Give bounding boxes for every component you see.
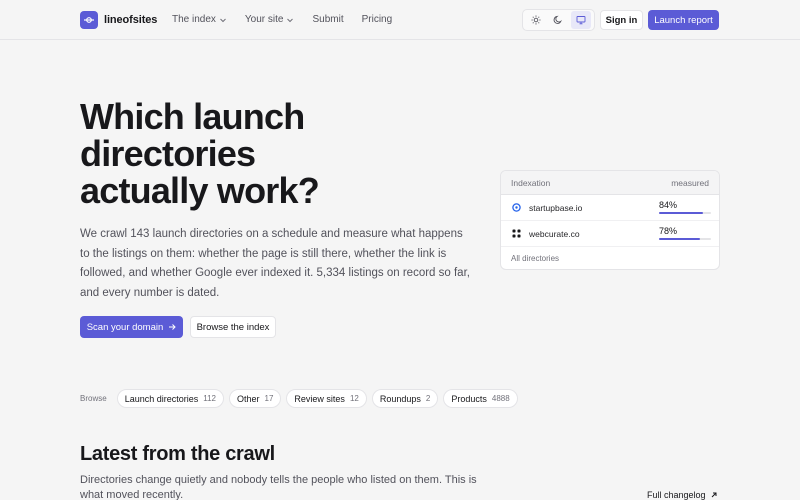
chip-count: 17 bbox=[264, 394, 274, 403]
nav-item-label: Submit bbox=[312, 14, 344, 25]
indexation-title: Indexation bbox=[511, 177, 551, 188]
indexation-card-header: Indexation measured bbox=[501, 171, 719, 195]
chip-review-sites[interactable]: Review sites 12 bbox=[286, 389, 367, 408]
chip-label: Other bbox=[237, 393, 260, 404]
theme-system-button[interactable] bbox=[570, 11, 591, 29]
arrow-up-right-icon bbox=[711, 492, 717, 498]
scan-domain-label: Scan your domain bbox=[86, 321, 164, 333]
nav-item-submit[interactable]: Submit bbox=[312, 14, 343, 25]
chip-label: Products bbox=[451, 393, 487, 404]
theme-light-button[interactable] bbox=[526, 11, 546, 29]
nav-item-label: Your site bbox=[244, 14, 284, 25]
indexation-percent: 78% bbox=[659, 226, 678, 236]
browse-index-button[interactable]: Browse the index bbox=[190, 316, 276, 338]
browse-categories: Browse Launch directories 112 Other 17 R… bbox=[80, 389, 518, 408]
nav-item-label: Pricing bbox=[361, 14, 393, 25]
indexation-bar-track bbox=[659, 238, 711, 240]
scan-domain-button[interactable]: Scan your domain bbox=[80, 316, 183, 338]
brand-name: lineofsites bbox=[104, 14, 158, 26]
hero-description: We crawl 143 launch directories on a sch… bbox=[80, 228, 470, 299]
hero-title-line: directories bbox=[80, 133, 256, 174]
browse-label: Browse bbox=[80, 394, 107, 403]
brand-logo[interactable]: lineofsites bbox=[80, 11, 157, 29]
directory-name: webcurate.co bbox=[529, 228, 580, 239]
latest-section-description: Directories change quietly and nobody te… bbox=[80, 474, 477, 500]
sign-in-button[interactable]: Sign in bbox=[600, 10, 643, 30]
circle-logo-icon bbox=[511, 203, 521, 213]
directory-name: startupbase.io bbox=[529, 202, 583, 213]
indexation-metric: 78% bbox=[659, 226, 711, 240]
theme-dark-button[interactable] bbox=[548, 11, 568, 29]
chip-count: 2 bbox=[425, 394, 431, 403]
indexation-bar-fill bbox=[659, 212, 703, 214]
chip-label: Roundups bbox=[379, 393, 421, 404]
monitor-icon bbox=[576, 16, 586, 25]
latest-section-title: Latest from the crawl bbox=[80, 443, 275, 465]
chip-count: 112 bbox=[203, 394, 216, 403]
nav-item-your-site[interactable]: Your site bbox=[245, 14, 295, 25]
chevron-down-icon bbox=[220, 18, 226, 22]
nav-item-pricing[interactable]: Pricing bbox=[362, 14, 393, 25]
nav-item-the-index[interactable]: The index bbox=[172, 14, 227, 25]
moon-icon bbox=[554, 15, 563, 24]
indexation-metric: 84% bbox=[659, 200, 711, 214]
hero-title-line: Which launch bbox=[80, 96, 305, 137]
chip-count: 4888 bbox=[491, 394, 510, 403]
hero-title-line: actually work? bbox=[80, 170, 320, 211]
chip-count: 12 bbox=[349, 394, 359, 403]
chip-launch-directories[interactable]: Launch directories 112 bbox=[116, 389, 224, 408]
grid-logo-icon bbox=[511, 229, 521, 239]
indexation-row[interactable]: webcurate.co 78% bbox=[501, 221, 719, 247]
indexation-bar-fill bbox=[659, 238, 700, 240]
indexation-percent: 84% bbox=[659, 200, 678, 210]
chip-other[interactable]: Other 17 bbox=[229, 389, 282, 408]
main-nav: The index Your site Submit Pricing bbox=[172, 14, 410, 25]
chip-label: Launch directories bbox=[124, 393, 199, 404]
indexation-bar-track bbox=[659, 212, 711, 214]
brand-mark-icon bbox=[80, 11, 98, 29]
nav-item-label: The index bbox=[172, 14, 216, 25]
arrow-right-icon bbox=[169, 324, 176, 330]
all-directories-link[interactable]: All directories bbox=[501, 247, 719, 269]
indexation-column-label: measured bbox=[671, 177, 709, 188]
chevron-down-icon bbox=[287, 18, 294, 22]
theme-switcher bbox=[522, 9, 595, 31]
chip-label: Review sites bbox=[294, 393, 345, 404]
sun-icon bbox=[531, 15, 541, 25]
hero-title: Which launch directories actually work? bbox=[80, 98, 480, 209]
chip-products[interactable]: Products 4888 bbox=[443, 389, 518, 408]
indexation-card: Indexation measured startupbase.io 84% w… bbox=[500, 170, 720, 270]
launch-report-button[interactable]: Launch report bbox=[648, 10, 719, 30]
chip-roundups[interactable]: Roundups 2 bbox=[371, 389, 439, 408]
changelog-label: Full changelog bbox=[647, 490, 706, 500]
top-navigation-bar: lineofsites The index Your site Submit P… bbox=[0, 0, 800, 40]
indexation-row[interactable]: startupbase.io 84% bbox=[501, 195, 719, 221]
full-changelog-link[interactable]: Full changelog bbox=[647, 490, 718, 500]
